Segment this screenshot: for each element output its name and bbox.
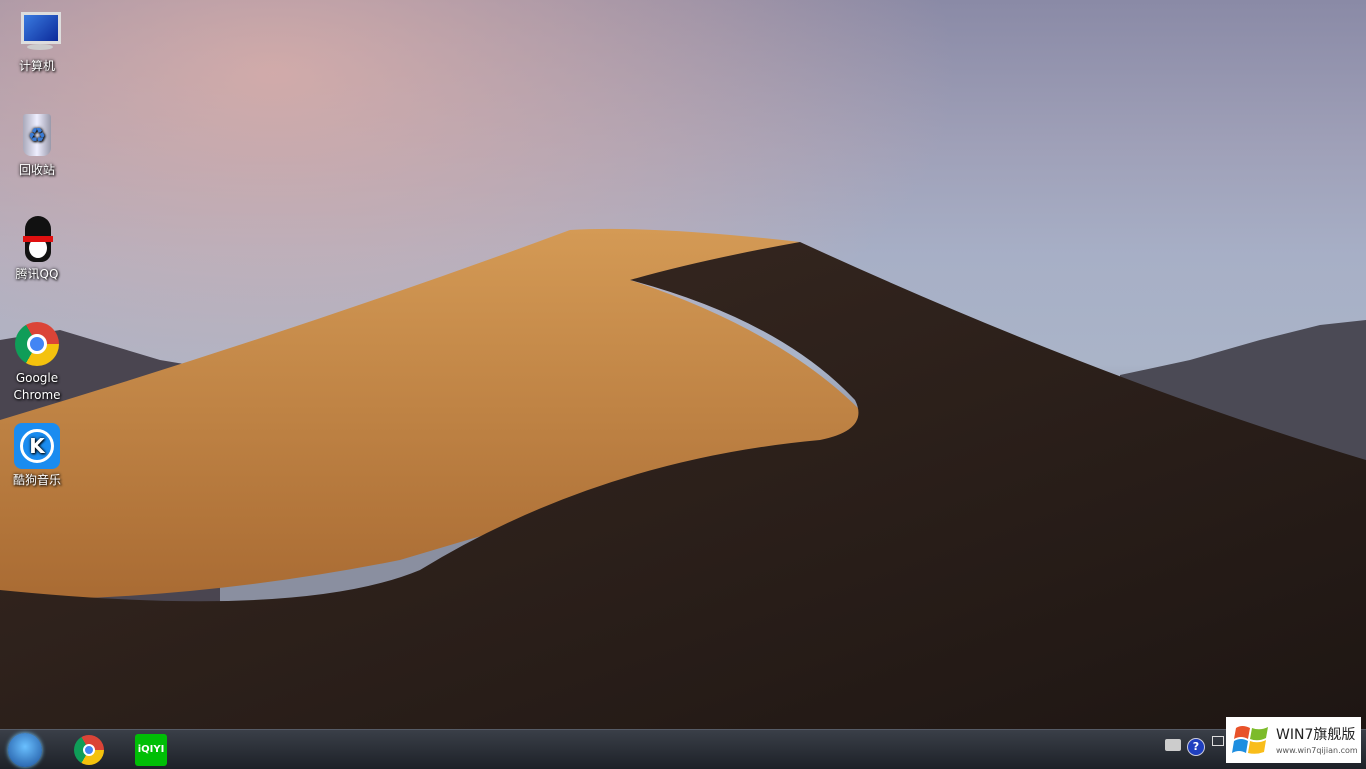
taskbar-chrome[interactable] <box>66 732 112 767</box>
qq-penguin-icon <box>13 216 61 264</box>
desktop-icon-computer[interactable]: 计算机 <box>4 8 70 75</box>
windows-logo-icon <box>1232 726 1268 754</box>
kugou-icon: K <box>13 422 61 470</box>
desktop: 计算机 ♻ 回收站 腾讯QQ Google Chrome K 酷狗音乐 <box>0 0 1366 729</box>
iqiyi-icon: iQIYI <box>135 734 167 766</box>
chrome-icon <box>13 320 61 368</box>
chrome-icon <box>74 735 104 765</box>
desktop-icon-kugou[interactable]: K 酷狗音乐 <box>4 422 70 489</box>
desktop-icon-recycle-bin[interactable]: ♻ 回收站 <box>4 112 70 179</box>
recycle-bin-icon: ♻ <box>13 112 61 160</box>
show-windows-icon[interactable] <box>1212 736 1224 746</box>
wallpaper-dunes <box>0 0 1366 729</box>
desktop-icon-qq[interactable]: 腾讯QQ <box>4 216 70 283</box>
computer-icon <box>13 8 61 56</box>
taskbar: iQIYI ? <box>0 729 1366 769</box>
start-button[interactable] <box>6 732 46 767</box>
help-icon[interactable]: ? <box>1187 738 1205 756</box>
watermark: WIN7旗舰版 www.win7qijian.com <box>1226 717 1361 763</box>
desktop-icon-chrome[interactable]: Google Chrome <box>4 320 70 404</box>
taskbar-iqiyi[interactable]: iQIYI <box>128 732 174 767</box>
keyboard-icon[interactable] <box>1165 739 1181 751</box>
